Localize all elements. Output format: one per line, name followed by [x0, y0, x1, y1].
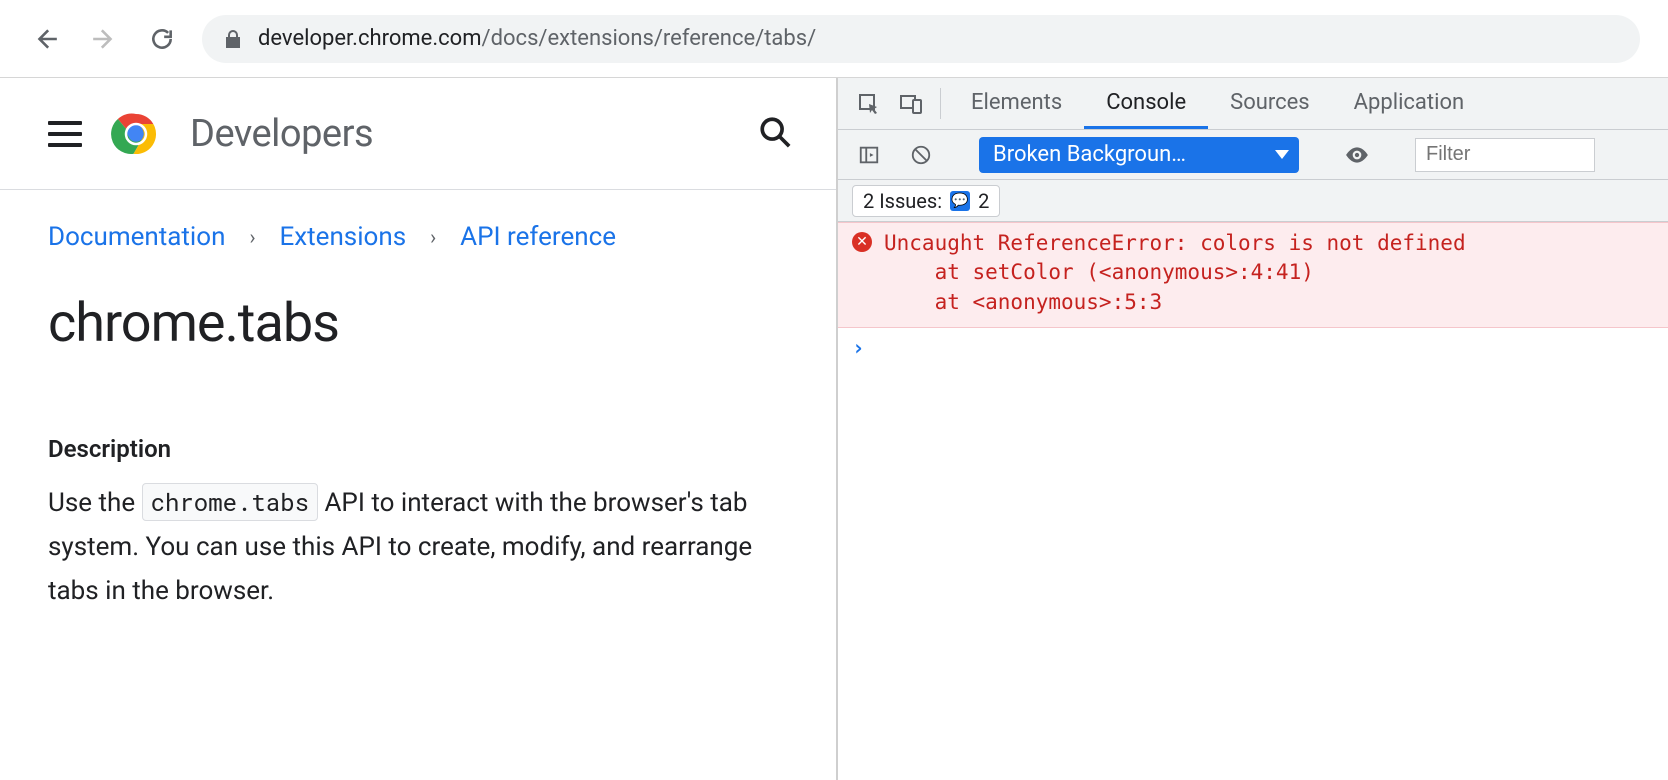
console-output: ✕ Uncaught ReferenceError: colors is not… — [838, 222, 1668, 780]
description-label: Description — [48, 435, 788, 463]
address-bar[interactable]: developer.chrome.com/docs/extensions/ref… — [202, 15, 1640, 63]
error-stack: Uncaught ReferenceError: colors is not d… — [884, 229, 1466, 317]
reload-button[interactable] — [144, 21, 180, 57]
tab-sources[interactable]: Sources — [1208, 78, 1332, 129]
filter-input[interactable] — [1415, 138, 1595, 172]
lock-icon — [224, 29, 242, 49]
issues-chip[interactable]: 2 Issues: 💬 2 — [852, 185, 1000, 217]
desc-before: Use the — [48, 488, 142, 518]
clear-console-icon[interactable] — [900, 144, 942, 166]
chrome-logo-icon — [106, 104, 166, 164]
console-sidebar-toggle-icon[interactable] — [848, 144, 890, 166]
issues-count: 2 — [978, 189, 989, 213]
chevron-right-icon: › — [430, 225, 436, 249]
console-prompt[interactable]: › — [838, 328, 1668, 368]
breadcrumb-link[interactable]: API reference — [460, 222, 616, 252]
description-text: Use the chrome.tabs API to interact with… — [48, 481, 788, 614]
devtools-tabs: Elements Console Sources Application — [838, 78, 1668, 130]
inspect-element-icon[interactable] — [848, 78, 890, 129]
breadcrumb-link[interactable]: Extensions — [279, 222, 406, 252]
desc-code: chrome.tabs — [142, 483, 318, 521]
site-header: Developers — [0, 78, 836, 190]
context-selector[interactable]: Broken Backgroun… — [979, 137, 1299, 173]
url-host: developer.chrome.com — [258, 26, 482, 51]
menu-button[interactable] — [48, 121, 82, 147]
issues-label: 2 Issues: — [863, 189, 942, 213]
issues-bar: 2 Issues: 💬 2 — [838, 180, 1668, 222]
page-content: Developers Documentation › Extensions › … — [0, 78, 838, 780]
back-button[interactable] — [28, 21, 64, 57]
tab-application[interactable]: Application — [1332, 78, 1486, 129]
url-path: /docs/extensions/reference/tabs/ — [482, 26, 817, 51]
breadcrumb-link[interactable]: Documentation — [48, 222, 225, 252]
page-title: chrome.tabs — [48, 292, 788, 355]
devtools-panel: Elements Console Sources Application Bro… — [838, 78, 1668, 780]
chevron-right-icon: › — [249, 225, 255, 249]
dropdown-triangle-icon — [1275, 150, 1289, 159]
context-label: Broken Backgroun… — [993, 142, 1186, 167]
tab-console[interactable]: Console — [1084, 78, 1208, 129]
issues-message-icon: 💬 — [950, 191, 970, 211]
console-toolbar: Broken Backgroun… — [838, 130, 1668, 180]
breadcrumb: Documentation › Extensions › API referen… — [48, 222, 788, 252]
tab-elements[interactable]: Elements — [949, 78, 1084, 129]
error-icon: ✕ — [852, 232, 872, 252]
site-title: Developers — [190, 112, 373, 156]
live-expression-icon[interactable] — [1336, 142, 1378, 168]
device-toolbar-icon[interactable] — [890, 78, 932, 129]
forward-button[interactable] — [86, 21, 122, 57]
search-button[interactable] — [758, 115, 796, 153]
console-error-row[interactable]: ✕ Uncaught ReferenceError: colors is not… — [838, 222, 1668, 328]
browser-toolbar: developer.chrome.com/docs/extensions/ref… — [0, 0, 1668, 78]
url-text: developer.chrome.com/docs/extensions/ref… — [258, 26, 816, 51]
